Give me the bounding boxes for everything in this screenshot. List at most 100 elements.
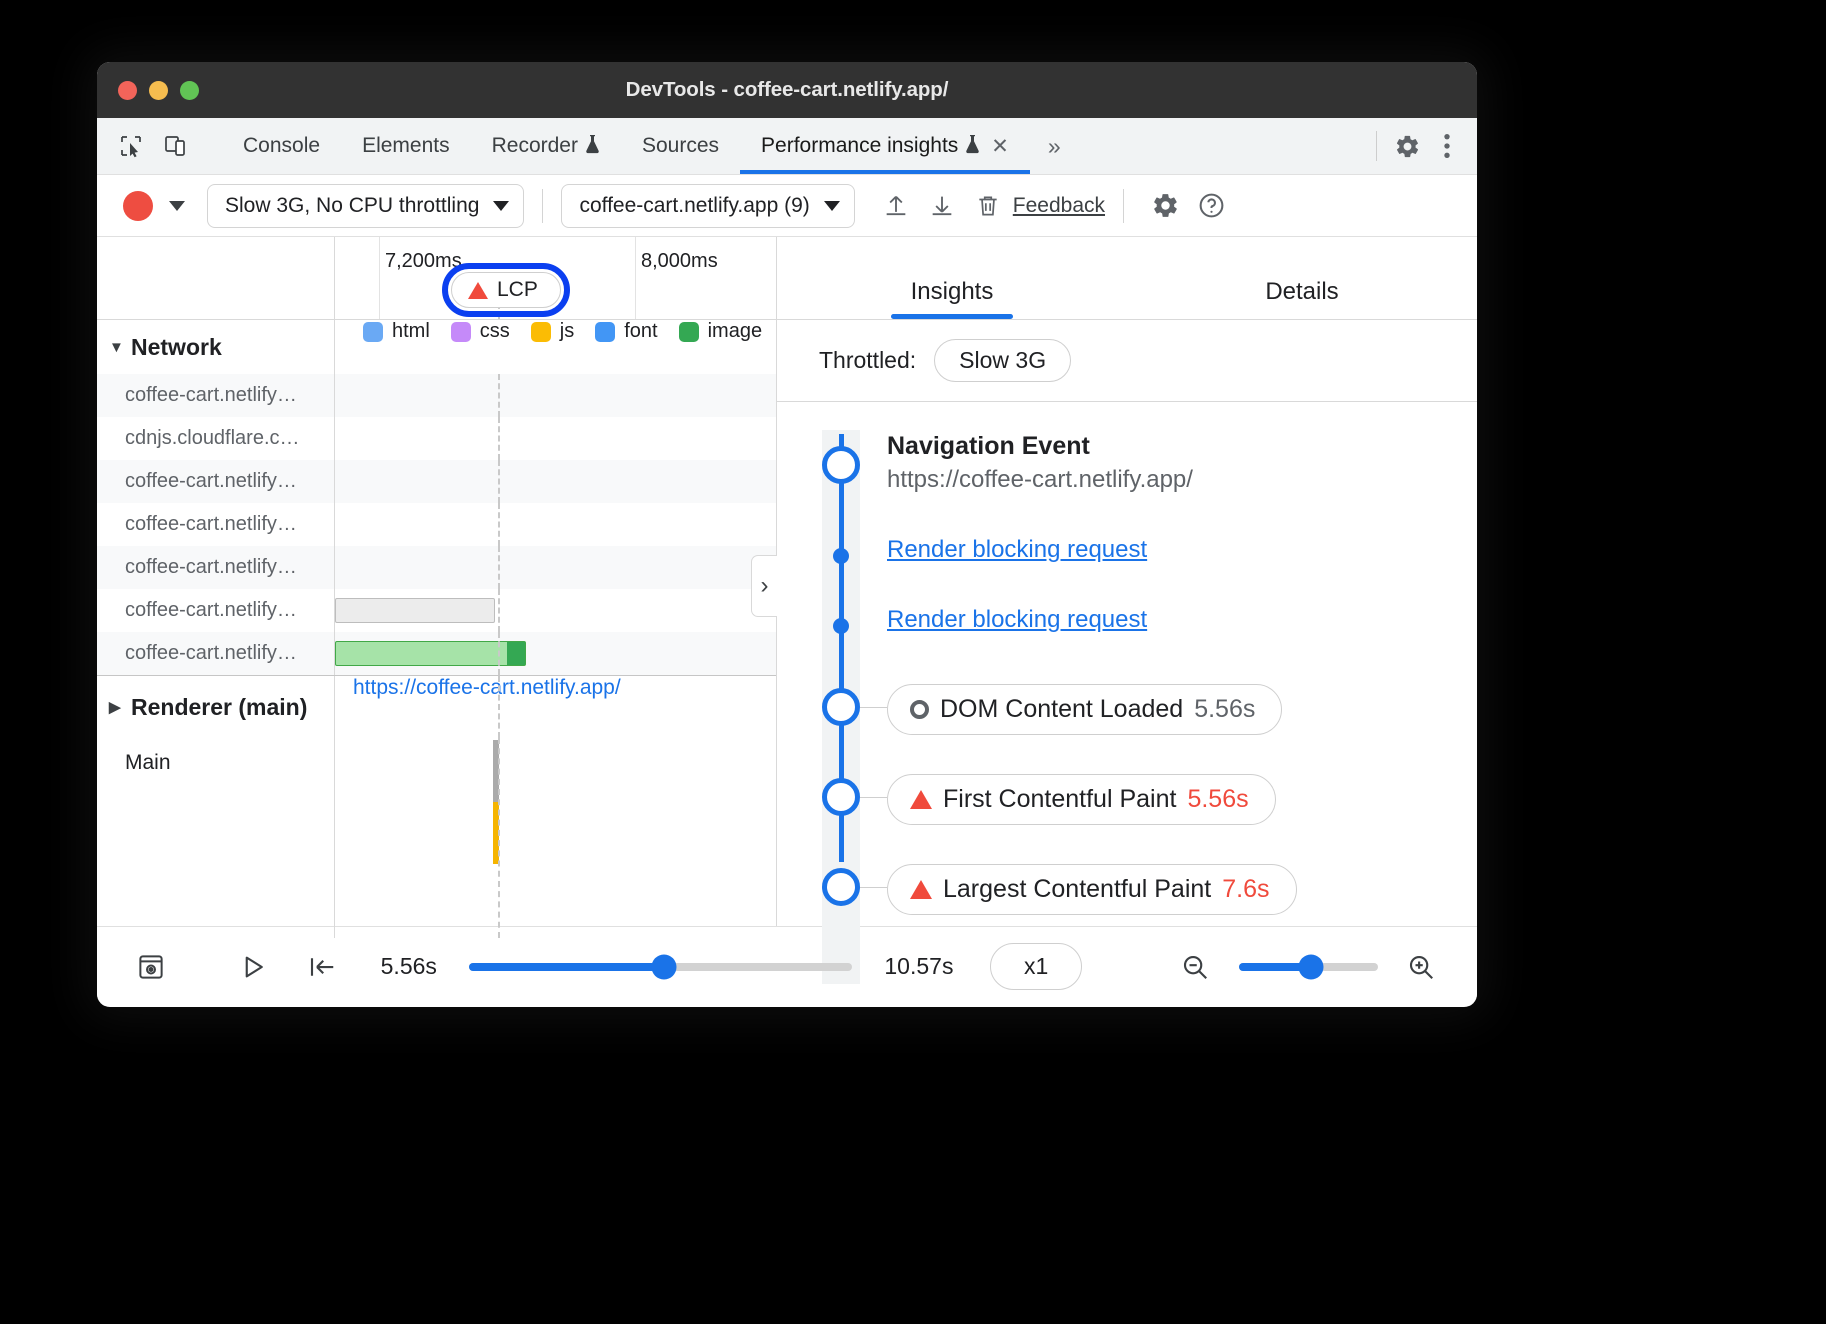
devtools-tabbar: Console Elements Recorder Sources — [97, 118, 1477, 175]
network-section-header[interactable]: ▼ Network html css — [97, 320, 776, 374]
inspect-element-icon[interactable] — [111, 126, 151, 166]
more-vertical-icon[interactable] — [1427, 126, 1467, 166]
insight-render-blocking-2[interactable]: Render blocking request — [777, 606, 1477, 684]
badge-connector — [860, 797, 887, 798]
screenshot-root: DevTools - coffee-cart.netlify.app/ — [0, 0, 1826, 1324]
tab-list: Console Elements Recorder Sources — [222, 118, 1030, 174]
record-options-chevron-down-icon[interactable] — [169, 201, 185, 211]
first-contentful-paint-value: 5.56s — [1187, 785, 1248, 814]
more-tabs-icon[interactable]: » — [1030, 118, 1079, 174]
tab-recorder[interactable]: Recorder — [471, 118, 621, 174]
tab-elements[interactable]: Elements — [341, 118, 471, 174]
gear-icon[interactable] — [1387, 126, 1427, 166]
legend-swatch — [679, 322, 699, 342]
renderer-url[interactable]: https://coffee-cart.netlify.app/ — [335, 676, 776, 700]
playhead-line — [498, 460, 500, 503]
ruler-track: 7,200ms 8,000ms LCP — [335, 237, 776, 319]
disclosure-triangle-right-icon[interactable]: ▶ — [109, 698, 127, 716]
throttled-row: Throttled: Slow 3G — [777, 320, 1477, 402]
tab-details[interactable]: Details — [1197, 278, 1407, 319]
render-blocking-request-link[interactable]: Render blocking request — [887, 606, 1147, 633]
upload-icon[interactable] — [873, 183, 919, 229]
toolbar-divider — [542, 189, 543, 223]
first-contentful-paint-badge[interactable]: First Contentful Paint 5.56s — [887, 774, 1276, 825]
insight-largest-contentful-paint[interactable]: Largest Contentful Paint 7.6s — [777, 864, 1477, 954]
experiment-flask-icon — [585, 134, 600, 159]
timeline-ruler: 7,200ms 8,000ms LCP — [97, 237, 776, 320]
tab-performance-insights[interactable]: Performance insights ✕ — [740, 118, 1030, 174]
renderer-section-header[interactable]: ▶ Renderer (main) https://coffee-cart.ne… — [97, 676, 776, 738]
help-icon[interactable] — [1188, 183, 1234, 229]
network-row-label: coffee-cart.netlify… — [97, 546, 335, 589]
first-contentful-paint-label: First Contentful Paint — [943, 785, 1176, 814]
main-thread-row[interactable]: Main — [97, 738, 776, 938]
render-blocking-request-link[interactable]: Render blocking request — [887, 536, 1147, 563]
network-row[interactable]: coffee-cart.netlify… — [97, 632, 776, 675]
navigation-event-body: Navigation Event https://coffee-cart.net… — [887, 432, 1193, 494]
network-request-bar[interactable] — [335, 598, 495, 623]
legend-label: html — [392, 320, 430, 343]
feedback-link[interactable]: Feedback — [1013, 194, 1105, 218]
insight-dom-content-loaded[interactable]: DOM Content Loaded 5.56s — [777, 684, 1477, 774]
tab-console[interactable]: Console — [222, 118, 341, 174]
tab-insights-label: Insights — [911, 278, 994, 305]
lcp-pill[interactable]: LCP — [451, 272, 561, 308]
insight-first-contentful-paint[interactable]: First Contentful Paint 5.56s — [777, 774, 1477, 864]
time-range-slider[interactable] — [469, 963, 852, 971]
device-toolbar-icon[interactable] — [155, 126, 195, 166]
largest-contentful-paint-badge[interactable]: Largest Contentful Paint 7.6s — [887, 864, 1297, 915]
window-title: DevTools - coffee-cart.netlify.app/ — [97, 78, 1477, 102]
network-request-bar-end — [507, 642, 525, 665]
dom-content-loaded-badge[interactable]: DOM Content Loaded 5.56s — [887, 684, 1282, 735]
network-row-track — [335, 632, 776, 675]
trash-icon[interactable] — [965, 183, 1011, 229]
range-start-time: 5.56s — [381, 953, 437, 980]
network-row[interactable]: coffee-cart.netlify… — [97, 546, 776, 589]
warning-triangle-icon — [910, 880, 932, 899]
legend-swatch — [531, 322, 551, 342]
legend-swatch — [363, 322, 383, 342]
tab-label: Console — [243, 134, 320, 158]
disclosure-triangle-down-icon[interactable]: ▼ — [109, 339, 127, 356]
network-row[interactable]: coffee-cart.netlify… — [97, 589, 776, 632]
legend-label: css — [480, 320, 510, 343]
jump-to-start-icon[interactable] — [297, 939, 348, 995]
warning-triangle-icon — [468, 282, 488, 299]
gear-icon[interactable] — [1142, 183, 1188, 229]
devtools-window: DevTools - coffee-cart.netlify.app/ — [97, 62, 1477, 1007]
network-row-label: cdnjs.cloudflare.c… — [97, 417, 335, 460]
network-row-track — [335, 460, 776, 503]
insight-render-blocking-1[interactable]: Render blocking request — [777, 536, 1477, 606]
page-select[interactable]: coffee-cart.netlify.app (9) — [561, 184, 854, 228]
tabbar-right-icons — [1366, 118, 1477, 174]
download-icon[interactable] — [919, 183, 965, 229]
insight-navigation-event[interactable]: Navigation Event https://coffee-cart.net… — [777, 432, 1477, 536]
play-icon[interactable] — [227, 939, 278, 995]
legend-label: js — [560, 320, 574, 343]
sidebar-expand-button[interactable]: › — [751, 555, 777, 617]
renderer-url-track: https://coffee-cart.netlify.app/ — [335, 676, 776, 738]
zoom-slider-knob[interactable] — [1299, 954, 1324, 979]
time-range-knob[interactable] — [652, 954, 677, 979]
network-row-track — [335, 503, 776, 546]
lcp-marker[interactable]: LCP — [442, 263, 570, 317]
tab-label: Elements — [362, 134, 450, 158]
zoom-slider[interactable] — [1239, 963, 1378, 971]
timeline-node-small — [833, 548, 849, 564]
timeline-panel: 7,200ms 8,000ms LCP — [97, 237, 777, 926]
record-button[interactable] — [123, 191, 153, 221]
chevron-down-icon — [493, 201, 509, 211]
network-row[interactable]: coffee-cart.netlify… — [97, 374, 776, 417]
circle-outline-icon — [910, 700, 929, 719]
tab-insights[interactable]: Insights — [847, 278, 1057, 319]
network-row[interactable]: coffee-cart.netlify… — [97, 503, 776, 546]
network-row[interactable]: cdnjs.cloudflare.c… — [97, 417, 776, 460]
tab-details-label: Details — [1265, 278, 1338, 305]
tab-sources[interactable]: Sources — [621, 118, 740, 174]
close-tab-icon[interactable]: ✕ — [991, 134, 1009, 159]
network-row-label: coffee-cart.netlify… — [97, 460, 335, 503]
throttling-select[interactable]: Slow 3G, No CPU throttling — [207, 184, 524, 228]
filmstrip-icon[interactable] — [125, 939, 176, 995]
performance-toolbar: Slow 3G, No CPU throttling coffee-cart.n… — [97, 175, 1477, 237]
network-row[interactable]: coffee-cart.netlify… — [97, 460, 776, 503]
